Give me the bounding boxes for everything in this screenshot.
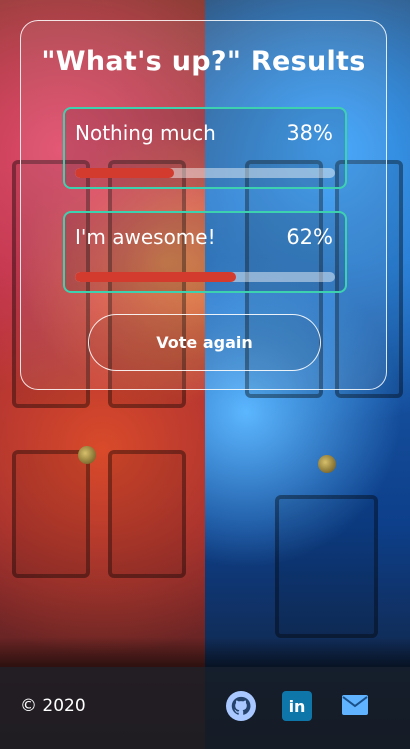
- door-panel: [12, 450, 90, 578]
- results-title: "What's up?" Results: [41, 46, 366, 77]
- result-option-im-awesome: I'm awesome! 62%: [63, 211, 347, 293]
- floor-shadow: [0, 637, 410, 667]
- vote-again-button[interactable]: Vote again: [88, 314, 321, 371]
- copyright-text: © 2020: [20, 696, 86, 716]
- progress-fill: [75, 272, 237, 282]
- progress-fill: [75, 168, 174, 178]
- progress-track: [75, 272, 335, 282]
- door-panel: [275, 495, 378, 638]
- progress-track: [75, 168, 335, 178]
- door-knob: [318, 455, 336, 473]
- option-percent: 38%: [286, 121, 333, 145]
- github-icon[interactable]: [226, 691, 256, 721]
- option-percent: 62%: [286, 225, 333, 249]
- option-label: I'm awesome!: [75, 225, 216, 249]
- door-panel: [108, 450, 186, 578]
- footer: © 2020 in: [0, 667, 410, 749]
- linkedin-icon[interactable]: in: [282, 691, 312, 721]
- door-knob: [78, 446, 96, 464]
- option-label: Nothing much: [75, 121, 216, 145]
- mail-icon[interactable]: [342, 695, 368, 715]
- result-option-nothing-much: Nothing much 38%: [63, 107, 347, 189]
